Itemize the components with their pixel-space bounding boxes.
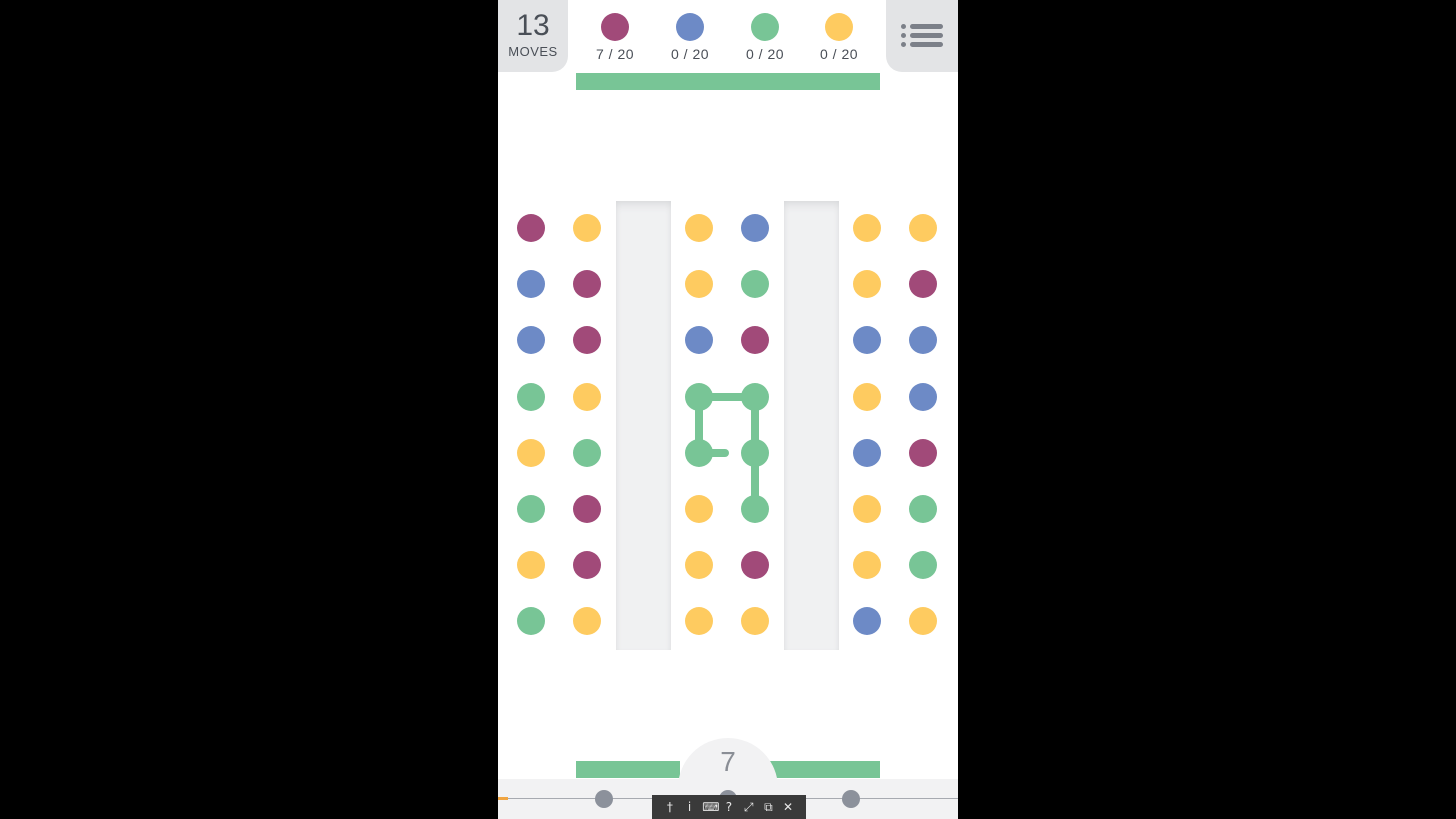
info-icon[interactable]: i	[683, 795, 697, 819]
dot-board[interactable]	[498, 0, 958, 819]
dot-r7-c1[interactable]	[573, 607, 601, 635]
dot-r7-c3[interactable]	[741, 607, 769, 635]
dot-r5-c3[interactable]	[741, 495, 769, 523]
dot-r7-c0[interactable]	[517, 607, 545, 635]
level-track-progress	[498, 797, 508, 800]
game-screen: 13 MOVES 7 / 20 0 / 20 0 / 20 0 / 20 7	[498, 0, 958, 819]
shrink-icon[interactable]: ⤢	[742, 795, 756, 819]
window-icon[interactable]: ⧉	[761, 795, 775, 819]
dot-r0-c3[interactable]	[741, 214, 769, 242]
dot-r0-c2[interactable]	[685, 214, 713, 242]
dot-r0-c1[interactable]	[573, 214, 601, 242]
dot-r4-c3[interactable]	[741, 439, 769, 467]
level-number: 7	[720, 746, 736, 777]
dot-r6-c5[interactable]	[909, 551, 937, 579]
dot-r6-c1[interactable]	[573, 551, 601, 579]
dot-r7-c5[interactable]	[909, 607, 937, 635]
dot-r6-c4[interactable]	[853, 551, 881, 579]
keyboard-icon[interactable]: ⌨	[702, 795, 719, 819]
dot-r2-c3[interactable]	[741, 326, 769, 354]
dot-r6-c0[interactable]	[517, 551, 545, 579]
dot-r4-c5[interactable]	[909, 439, 937, 467]
dot-r4-c1[interactable]	[573, 439, 601, 467]
dot-r3-c1[interactable]	[573, 383, 601, 411]
dot-r3-c2[interactable]	[685, 383, 713, 411]
dot-r4-c0[interactable]	[517, 439, 545, 467]
dot-r1-c1[interactable]	[573, 270, 601, 298]
dot-r0-c5[interactable]	[909, 214, 937, 242]
dot-r3-c0[interactable]	[517, 383, 545, 411]
dot-r2-c2[interactable]	[685, 326, 713, 354]
dot-r5-c1[interactable]	[573, 495, 601, 523]
help-icon[interactable]: ?	[722, 795, 736, 819]
dot-r7-c2[interactable]	[685, 607, 713, 635]
dot-r3-c4[interactable]	[853, 383, 881, 411]
dot-r1-c5[interactable]	[909, 270, 937, 298]
dot-r3-c5[interactable]	[909, 383, 937, 411]
dot-r2-c4[interactable]	[853, 326, 881, 354]
dot-r0-c0[interactable]	[517, 214, 545, 242]
dot-r6-c2[interactable]	[685, 551, 713, 579]
dot-r6-c3[interactable]	[741, 551, 769, 579]
level-node-prev[interactable]	[595, 790, 613, 808]
dot-r5-c2[interactable]	[685, 495, 713, 523]
dot-r1-c2[interactable]	[685, 270, 713, 298]
dot-r0-c4[interactable]	[853, 214, 881, 242]
dot-r5-c5[interactable]	[909, 495, 937, 523]
dot-r1-c4[interactable]	[853, 270, 881, 298]
dot-r5-c4[interactable]	[853, 495, 881, 523]
dot-r4-c4[interactable]	[853, 439, 881, 467]
dot-r4-c2[interactable]	[685, 439, 713, 467]
dot-r1-c3[interactable]	[741, 270, 769, 298]
dot-r2-c5[interactable]	[909, 326, 937, 354]
pin-icon[interactable]: †	[663, 795, 677, 819]
dot-r1-c0[interactable]	[517, 270, 545, 298]
dot-r7-c4[interactable]	[853, 607, 881, 635]
emulator-toolbar: † i ⌨ ? ⤢ ⧉ ✕	[652, 795, 806, 819]
bottom-progress-left	[576, 761, 680, 778]
bottom-progress-right	[770, 761, 880, 778]
dot-r3-c3[interactable]	[741, 383, 769, 411]
dot-r2-c1[interactable]	[573, 326, 601, 354]
dot-r2-c0[interactable]	[517, 326, 545, 354]
level-node-next[interactable]	[842, 790, 860, 808]
close-icon[interactable]: ✕	[781, 795, 795, 819]
dot-r5-c0[interactable]	[517, 495, 545, 523]
